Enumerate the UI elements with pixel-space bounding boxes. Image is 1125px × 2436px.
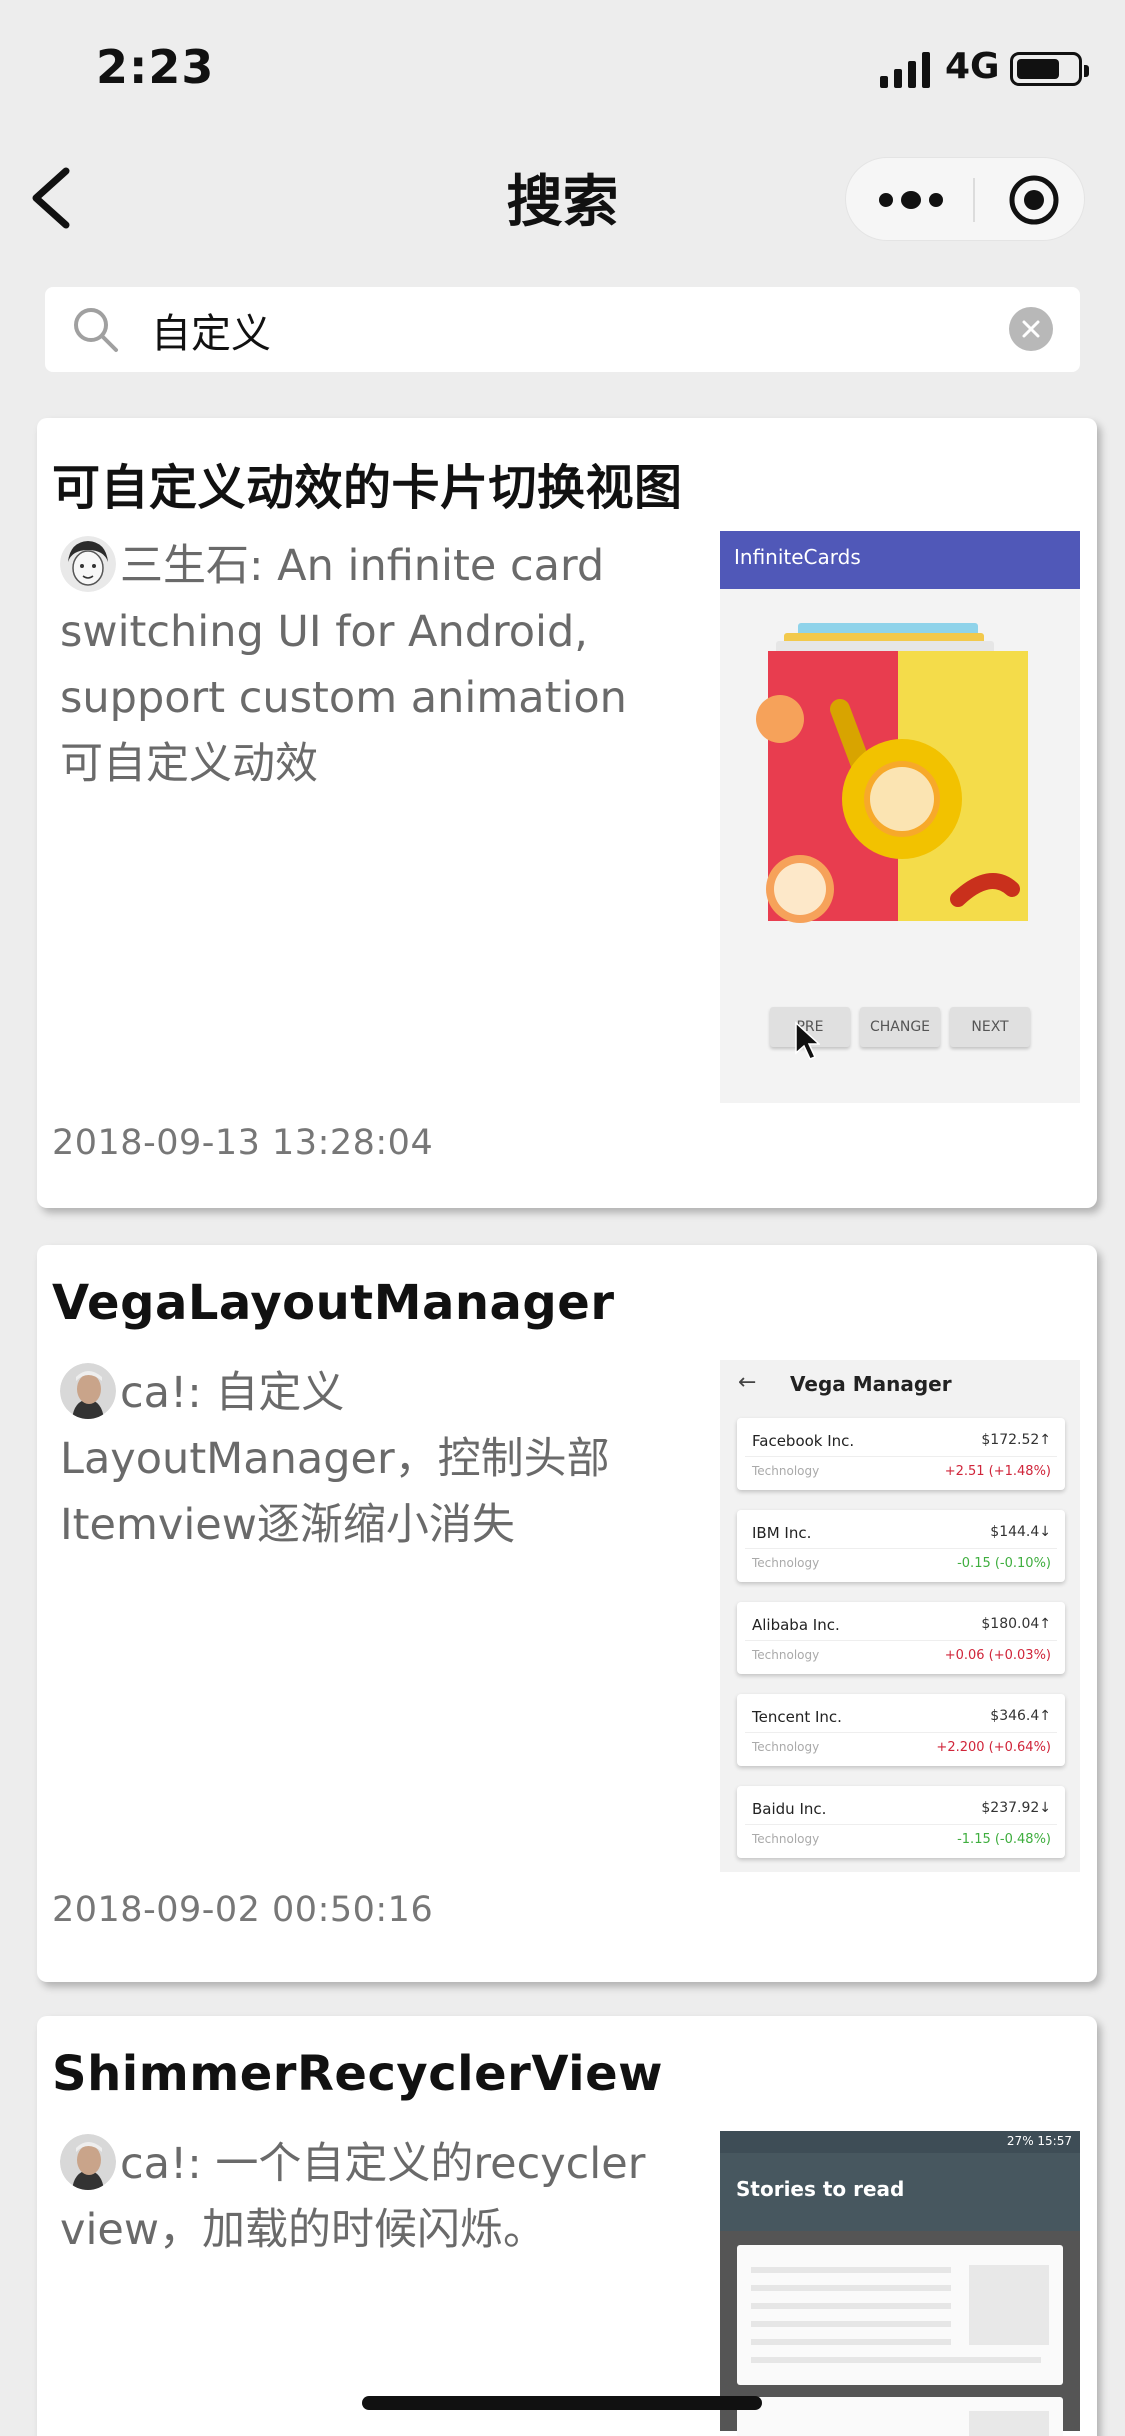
result-title: 可自定义动效的卡片切换视图 — [52, 460, 683, 516]
status-time: 2:23 — [96, 40, 215, 94]
search-icon — [74, 308, 118, 352]
result-title: VegaLayoutManager — [52, 1275, 615, 1331]
chevron-left-icon[interactable] — [26, 163, 86, 233]
result-description: ca!: 一个自定义的recycler view，加载的时候闪烁。 — [60, 2131, 680, 2263]
signal-icon — [880, 52, 930, 88]
shimmer-placeholder — [737, 2245, 1063, 2385]
search-input[interactable] — [151, 287, 1011, 372]
card-stack-illustration — [756, 623, 1028, 923]
thumb-status-time: 27% 15:57 — [1006, 2134, 1072, 2148]
network-label: 4G — [945, 46, 1000, 87]
target-circle-icon[interactable] — [1008, 174, 1060, 226]
thumb-app-title: Vega Manager — [790, 1372, 952, 1396]
result-description: 三生石: An infinite card switching UI for A… — [60, 533, 680, 797]
home-indicator — [362, 2396, 762, 2410]
more-dots-icon[interactable] — [876, 184, 946, 216]
author-name: ca! — [120, 1368, 188, 1418]
cursor-icon — [795, 1021, 820, 1060]
stock-item: IBM Inc. $144.4↓ Technology -0.15 (-0.10… — [737, 1510, 1065, 1582]
nav-bar: 搜索 — [0, 135, 1125, 255]
capsule-divider — [973, 178, 975, 222]
author-name: ca! — [120, 2139, 188, 2189]
stock-item: Baidu Inc. $237.92↓ Technology -1.15 (-0… — [737, 1786, 1065, 1858]
thumb-app-title: Stories to read — [736, 2177, 905, 2201]
result-thumbnail: 27% 15:57 Stories to read — [720, 2131, 1080, 2436]
author-name: 三生石 — [120, 541, 249, 591]
result-description: ca!: 自定义LayoutManager，控制头部Itemview逐渐缩小消失 — [60, 1360, 680, 1558]
arrow-left-icon: ← — [738, 1370, 757, 1395]
thumb-change-button: CHANGE — [860, 1007, 940, 1047]
result-thumbnail: InfiniteCards PRE CHANGE NEXT — [720, 531, 1080, 1103]
battery-icon — [1010, 52, 1089, 86]
search-bar — [45, 287, 1080, 372]
result-card[interactable]: ShimmerRecyclerView ca!: 一个自定义的recycler … — [37, 2016, 1097, 2436]
thumb-next-button: NEXT — [950, 1007, 1030, 1047]
avatar — [60, 536, 116, 592]
result-card[interactable]: VegaLayoutManager ca!: 自定义LayoutManager，… — [37, 1245, 1097, 1982]
result-date: 2018-09-02 00:50:16 — [52, 1890, 434, 1930]
result-thumbnail: ← Vega Manager Facebook Inc. $172.52↑ Te… — [720, 1360, 1080, 1872]
avatar — [60, 2134, 116, 2190]
stock-item: Alibaba Inc. $180.04↑ Technology +0.06 (… — [737, 1602, 1065, 1674]
shimmer-placeholder — [737, 2397, 1063, 2436]
avatar — [60, 1363, 116, 1419]
stock-item: Facebook Inc. $172.52↑ Technology +2.51 … — [737, 1418, 1065, 1490]
result-title: ShimmerRecyclerView — [52, 2046, 663, 2102]
thumb-app-title: InfiniteCards — [734, 545, 861, 569]
status-bar: 2:23 4G — [0, 0, 1125, 135]
clear-icon[interactable] — [1009, 307, 1053, 351]
battery-level — [1017, 59, 1059, 79]
stock-item: Tencent Inc. $346.4↑ Technology +2.200 (… — [737, 1694, 1065, 1766]
result-date: 2018-09-13 13:28:04 — [52, 1123, 434, 1163]
result-card[interactable]: 可自定义动效的卡片切换视图 三生石: An infinite card swit… — [37, 418, 1097, 1208]
menu-capsule — [845, 157, 1085, 241]
